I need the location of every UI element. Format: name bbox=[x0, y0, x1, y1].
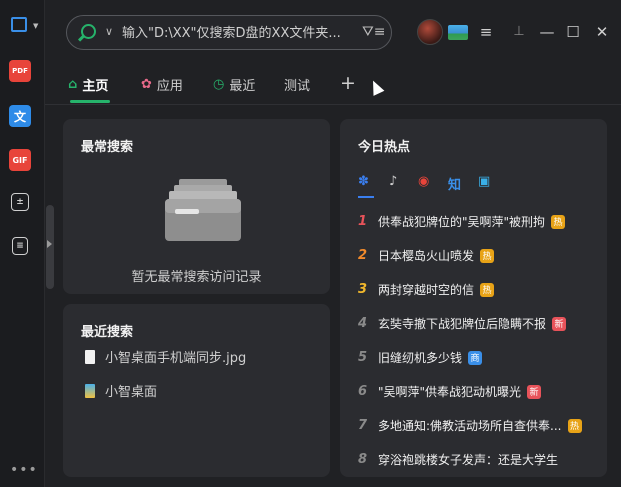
app-file-icon bbox=[85, 383, 95, 398]
rank-number: 5 bbox=[358, 350, 368, 365]
active-tab-indicator bbox=[70, 100, 110, 103]
add-tab-button[interactable]: + bbox=[340, 72, 356, 94]
recent-search-title: 最近搜索 bbox=[81, 325, 134, 340]
skin-icon[interactable] bbox=[448, 25, 468, 40]
menu-icon[interactable]: ≡ bbox=[477, 22, 495, 42]
rank-number: 4 bbox=[358, 316, 368, 331]
filter-icon[interactable]: ⛛≡ bbox=[362, 24, 386, 40]
active-source-indicator bbox=[358, 196, 374, 198]
hot-item[interactable]: 1 供奉战犯牌位的"吴啊萍"被刑拘 热 bbox=[358, 213, 598, 230]
window-dropdown-icon[interactable]: ▼ bbox=[33, 22, 38, 30]
rank-number: 1 bbox=[358, 214, 368, 229]
close-icon[interactable]: ✕ bbox=[593, 22, 611, 42]
pin-icon[interactable]: ⊥ bbox=[510, 22, 528, 42]
rank-number: 8 bbox=[358, 452, 368, 467]
header-divider bbox=[45, 104, 621, 105]
new-badge: 新 bbox=[552, 316, 567, 331]
search-icon bbox=[81, 24, 96, 39]
hot-badge: 热 bbox=[480, 282, 495, 297]
hot-item[interactable]: 5 旧缝纫机多少钱 商 bbox=[358, 349, 598, 366]
mouse-cursor bbox=[367, 78, 385, 96]
hot-topics-title: 今日热点 bbox=[358, 140, 411, 155]
tab-test[interactable]: 测试 bbox=[284, 74, 310, 94]
tab-recent[interactable]: ◷ 最近 bbox=[213, 74, 255, 94]
hot-item[interactable]: 4 玄奘寺撤下战犯牌位后隐瞒不报 新 bbox=[358, 315, 598, 332]
bilibili-icon[interactable]: ▣ bbox=[478, 174, 490, 189]
apps-icon: ✿ bbox=[141, 76, 152, 92]
hot-topics-card: 今日热点 ✽ ♪ ◉ 知 ▣ 1 供奉战犯牌位的"吴啊萍"被刑拘 热 2 日本樱… bbox=[340, 119, 607, 477]
hot-item[interactable]: 3 两封穿越时空的信 热 bbox=[358, 281, 598, 298]
tab-home[interactable]: ⌂ 主页 bbox=[68, 74, 108, 94]
window-icon[interactable] bbox=[11, 17, 27, 32]
tab-apps[interactable]: ✿ 应用 bbox=[141, 74, 183, 94]
avatar[interactable] bbox=[417, 19, 443, 45]
hot-item[interactable]: 8 穿浴袍跳楼女子发声：还是大学生 bbox=[358, 451, 598, 468]
new-badge: 新 bbox=[527, 384, 542, 399]
chevron-down-icon[interactable]: ∨ bbox=[105, 25, 113, 38]
clock-icon: ◷ bbox=[213, 76, 225, 92]
douyin-icon[interactable]: ♪ bbox=[389, 174, 397, 189]
rank-number: 6 bbox=[358, 384, 368, 399]
list-item[interactable]: 小智桌面手机端同步.jpg bbox=[85, 347, 246, 366]
search-input[interactable] bbox=[122, 22, 358, 44]
list-item[interactable]: 小智桌面 bbox=[85, 381, 157, 400]
image-file-icon bbox=[85, 349, 95, 364]
search-bar: ∨ ⛛≡ bbox=[66, 15, 392, 50]
minimize-icon[interactable]: — bbox=[538, 22, 556, 42]
frequent-search-title: 最常搜索 bbox=[81, 140, 134, 155]
more-icon[interactable]: ••• bbox=[10, 462, 38, 478]
hot-item[interactable]: 6 "吴啊萍"供奉战犯动机曝光 新 bbox=[358, 383, 598, 400]
rank-number: 7 bbox=[358, 418, 368, 433]
translate-icon[interactable]: 文 bbox=[9, 105, 31, 127]
rank-number: 3 bbox=[358, 282, 368, 297]
baidu-icon[interactable]: ✽ bbox=[358, 174, 369, 189]
left-rail: ▼ PDF 文 GIF ± ≡ ••• bbox=[0, 0, 45, 487]
gif-icon[interactable]: GIF bbox=[9, 149, 31, 171]
weibo-icon[interactable]: ◉ bbox=[418, 174, 429, 189]
collapse-arrow-icon[interactable] bbox=[47, 240, 52, 248]
hot-badge: 热 bbox=[567, 418, 582, 433]
commercial-badge: 商 bbox=[468, 350, 483, 365]
hot-badge: 热 bbox=[551, 214, 566, 229]
notes-icon[interactable]: ≡ bbox=[12, 237, 28, 255]
rank-number: 2 bbox=[358, 248, 368, 263]
home-icon: ⌂ bbox=[68, 76, 78, 92]
calculator-icon[interactable]: ± bbox=[11, 193, 29, 211]
pdf-icon[interactable]: PDF bbox=[9, 60, 31, 82]
empty-drawer-icon bbox=[165, 179, 241, 241]
hot-item[interactable]: 7 多地通知:佛教活动场所自查供奉... 热 bbox=[358, 417, 598, 434]
recent-search-card: 最近搜索 小智桌面手机端同步.jpg 小智桌面 bbox=[63, 304, 330, 477]
zhihu-icon[interactable]: 知 bbox=[448, 174, 461, 193]
empty-state-text: 暂无最常搜索访问记录 bbox=[131, 270, 262, 285]
hot-badge: 热 bbox=[480, 248, 495, 263]
maximize-icon[interactable]: ☐ bbox=[564, 22, 582, 42]
frequent-search-card: 最常搜索 暂无最常搜索访问记录 bbox=[63, 119, 330, 294]
hot-item[interactable]: 2 日本樱岛火山喷发 热 bbox=[358, 247, 598, 264]
